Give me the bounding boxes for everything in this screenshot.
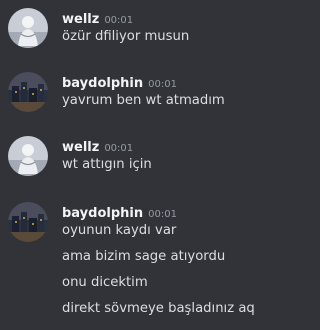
white-figure-avatar-icon bbox=[8, 8, 48, 48]
message-text: onu dicektim bbox=[62, 275, 148, 290]
user-avatar[interactable] bbox=[8, 136, 48, 176]
message-text: direkt sövmeye başladınız aq bbox=[62, 301, 255, 316]
username[interactable]: wellz bbox=[62, 140, 99, 155]
dark-city-avatar-icon bbox=[8, 202, 48, 242]
user-avatar[interactable] bbox=[8, 8, 48, 48]
message-header: baydolphin 00:01 bbox=[62, 202, 177, 221]
username[interactable]: baydolphin bbox=[62, 76, 143, 91]
username[interactable]: wellz bbox=[62, 12, 99, 27]
message-text: oyunun kaydı var bbox=[62, 223, 177, 238]
user-avatar[interactable] bbox=[8, 202, 48, 242]
message-group: wellz 00:01 wt attıgın için bbox=[0, 136, 295, 180]
message-timestamp: 00:01 bbox=[104, 143, 134, 154]
message-timestamp: 00:01 bbox=[104, 15, 134, 26]
message-group: baydolphin 00:01 yavrum ben wt atmadım bbox=[0, 72, 295, 116]
message-timestamp: 00:01 bbox=[148, 209, 177, 220]
white-figure-avatar-icon bbox=[8, 136, 48, 176]
message-group: baydolphin 00:01 oyunun kaydı var ama biz… bbox=[0, 202, 295, 322]
user-avatar[interactable] bbox=[8, 72, 48, 112]
message-group: wellz 00:01 özür dfiliyor musun bbox=[0, 8, 295, 52]
message-text: wt attıgın için bbox=[62, 157, 152, 172]
message-header: wellz 00:01 bbox=[62, 136, 134, 155]
username[interactable]: baydolphin bbox=[62, 206, 143, 221]
message-header: wellz 00:01 bbox=[62, 8, 134, 27]
message-text: ama bizim sage atıyordu bbox=[62, 249, 226, 264]
dark-city-avatar-icon bbox=[8, 72, 48, 112]
message-timestamp: 00:01 bbox=[148, 79, 177, 90]
message-text: özür dfiliyor musun bbox=[62, 29, 190, 44]
message-header: baydolphin 00:01 bbox=[62, 72, 177, 91]
message-text: yavrum ben wt atmadım bbox=[62, 93, 225, 108]
